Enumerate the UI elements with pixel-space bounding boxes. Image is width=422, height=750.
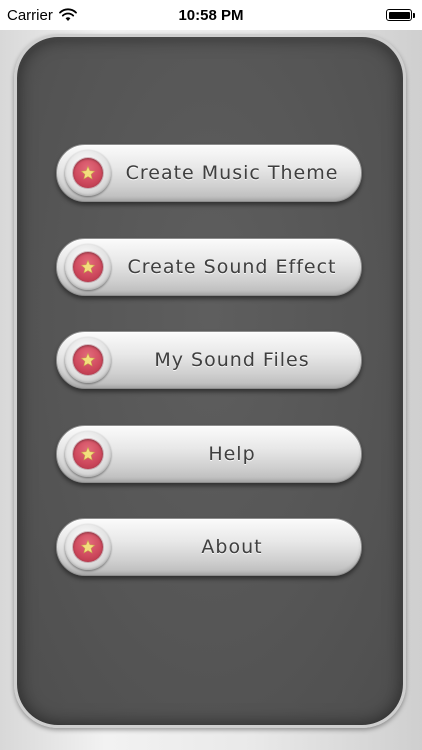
button-label: Create Music Theme xyxy=(125,162,339,184)
create-music-theme-button[interactable]: Create Music Theme xyxy=(56,144,362,202)
star-icon xyxy=(80,165,96,180)
status-time: 10:58 PM xyxy=(178,6,244,24)
help-button[interactable]: Help xyxy=(56,425,362,483)
status-bar: Carrier 10:58 PM xyxy=(0,0,422,30)
button-icon-ring xyxy=(65,244,111,290)
button-icon-ring xyxy=(65,524,111,570)
button-icon-badge xyxy=(73,158,103,188)
button-icon-badge xyxy=(73,439,103,469)
button-icon-ring xyxy=(65,431,111,477)
button-icon-ring xyxy=(65,337,111,383)
battery-icon xyxy=(386,9,415,21)
button-icon-badge xyxy=(73,532,103,562)
button-icon-badge xyxy=(73,252,103,282)
star-icon xyxy=(80,259,96,274)
star-icon xyxy=(80,539,96,554)
button-label: About xyxy=(201,536,263,558)
button-icon-ring xyxy=(65,150,111,196)
my-sound-files-button[interactable]: My Sound Files xyxy=(56,331,362,389)
star-icon xyxy=(80,446,96,461)
about-button[interactable]: About xyxy=(56,518,362,576)
button-label: Help xyxy=(208,443,256,465)
create-sound-effect-button[interactable]: Create Sound Effect xyxy=(56,238,362,296)
battery-fill xyxy=(388,11,410,19)
button-label: My Sound Files xyxy=(154,349,310,371)
star-icon xyxy=(80,352,96,367)
button-icon-badge xyxy=(73,345,103,375)
button-label: Create Sound Effect xyxy=(127,256,337,278)
battery-nub xyxy=(413,13,415,18)
